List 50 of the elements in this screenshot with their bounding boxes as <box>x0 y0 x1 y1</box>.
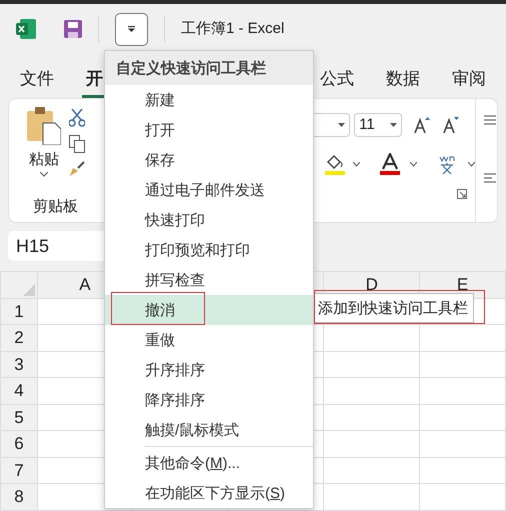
row-header[interactable]: 6 <box>0 430 38 457</box>
caret-icon <box>338 123 346 127</box>
row-header[interactable]: 2 <box>0 324 38 351</box>
save-icon[interactable] <box>64 20 82 38</box>
menu-item[interactable]: 通过电子邮件发送 <box>105 175 313 205</box>
chevron-down-icon <box>410 162 418 166</box>
ribbon-tab[interactable]: 公式 <box>316 60 358 98</box>
chevron-down-icon <box>40 172 48 176</box>
chevron-down-icon <box>353 162 360 166</box>
window-title: 工作簿1 - Excel <box>181 18 284 39</box>
row-header[interactable]: 8 <box>0 484 38 510</box>
font-size-dropdown[interactable]: 11 <box>354 113 402 137</box>
ribbon-tab[interactable]: 文件 <box>16 60 58 98</box>
row-header[interactable]: 1 <box>0 298 38 324</box>
menu-item[interactable]: 打开 <box>105 115 313 145</box>
decrease-font-icon[interactable] <box>443 117 460 133</box>
row-header[interactable]: 4 <box>0 378 38 404</box>
caret-icon <box>390 123 398 127</box>
menu-item[interactable]: 重做 <box>105 325 313 355</box>
row-header[interactable]: 5 <box>0 404 38 430</box>
align-top-icon[interactable] <box>484 115 496 125</box>
align-left-icon[interactable] <box>484 173 496 183</box>
scissors-icon[interactable] <box>69 109 85 127</box>
menu-item[interactable]: 保存 <box>105 145 313 175</box>
caret-icon <box>128 26 135 32</box>
menu-item[interactable]: 其他命令(M)... <box>105 448 313 478</box>
phonetic-guide-icon[interactable] <box>438 154 456 174</box>
group-label: 剪贴板 <box>33 196 79 216</box>
dialog-launcher-icon[interactable] <box>457 189 468 199</box>
chevron-down-icon <box>468 162 476 166</box>
ribbon-tab[interactable]: 数据 <box>382 60 424 98</box>
font-color-icon[interactable] <box>380 153 400 175</box>
menu-item[interactable]: 降序排序 <box>105 385 313 415</box>
increase-font-icon[interactable] <box>414 117 430 133</box>
menu-item[interactable]: 新建 <box>105 85 313 115</box>
menu-item[interactable]: 触摸/鼠标模式 <box>105 415 313 445</box>
menu-item[interactable]: 撤消 <box>105 295 313 325</box>
customize-toolbar-button[interactable] <box>115 12 148 46</box>
paste-button[interactable]: 粘贴 <box>29 149 59 172</box>
menu-header: 自定义快速访问工具栏 <box>105 51 313 85</box>
menu-item[interactable]: 升序排序 <box>105 355 313 385</box>
ribbon-tab[interactable]: 审阅 <box>448 60 490 98</box>
fill-color-icon[interactable] <box>325 153 346 175</box>
menu-item[interactable]: 在功能区下方显示(S) <box>105 478 313 508</box>
excel-logo-icon[interactable] <box>16 19 36 39</box>
copy-icon[interactable] <box>69 135 85 153</box>
brush-icon[interactable] <box>69 161 85 177</box>
row-header[interactable]: 7 <box>0 457 38 484</box>
row-header[interactable]: 3 <box>0 351 38 378</box>
paste-icon <box>27 105 61 145</box>
